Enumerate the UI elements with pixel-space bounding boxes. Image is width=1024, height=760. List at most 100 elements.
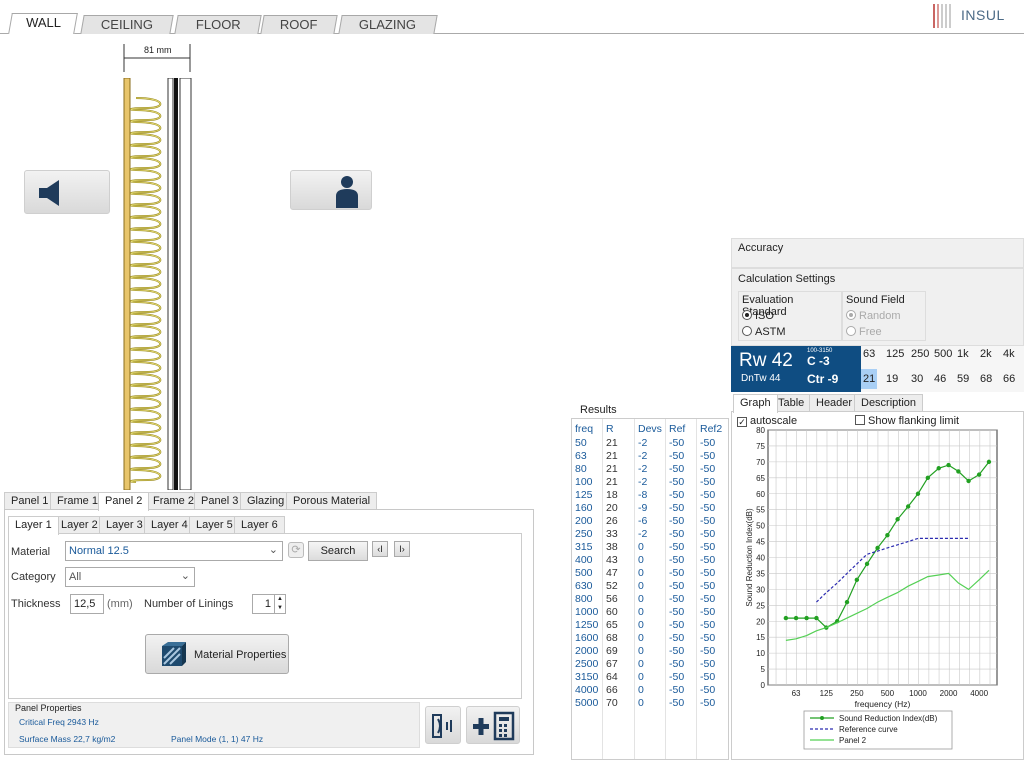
wall-section-icon: [123, 77, 192, 491]
tab-frame-2[interactable]: Frame 2: [146, 492, 201, 510]
series-point: [804, 615, 809, 621]
prev-material-button[interactable]: ‹I: [372, 541, 388, 557]
material-select[interactable]: Normal 12.5 ⌄: [65, 541, 283, 561]
material-properties-button[interactable]: Material Properties: [145, 634, 289, 674]
tab-floor[interactable]: FLOOR: [174, 15, 262, 34]
refresh-icon[interactable]: ⟳: [288, 542, 304, 558]
rating-box: Rw 42 100-3150 C -3 DnTw 44 Ctr -9: [731, 346, 861, 392]
radio-random[interactable]: Random: [846, 310, 901, 322]
tab-glazing[interactable]: GLAZING: [338, 15, 438, 34]
octave-band-label: 125: [886, 348, 905, 360]
series-point: [885, 532, 890, 538]
radio-off-icon: [846, 326, 856, 336]
tab-layer-2[interactable]: Layer 2: [54, 516, 105, 534]
octave-band-table: 63 21 125 19 250 30 500 46 1k 59 2k 68 4k 66: [861, 346, 1024, 392]
results-cell: 800: [575, 593, 593, 605]
octave-band-value: 66: [1003, 373, 1016, 385]
legend-label: Panel 2: [839, 736, 867, 745]
y-tick-label: 50: [756, 522, 765, 531]
series-point: [946, 462, 951, 468]
tab-graph[interactable]: Graph: [733, 394, 778, 413]
sound-field-group: Sound Field Random Free: [842, 291, 926, 341]
results-cell: -50: [700, 567, 716, 579]
tab-panel-2[interactable]: Panel 2: [98, 492, 150, 511]
tab-roof[interactable]: ROOF: [260, 15, 338, 34]
tab-wall[interactable]: WALL: [8, 13, 78, 34]
chevron-down-icon: ⌄: [180, 570, 190, 582]
results-cell: -50: [669, 632, 685, 644]
export-button[interactable]: [425, 706, 461, 744]
linings-label: Number of Linings: [144, 598, 234, 610]
y-tick-label: 65: [756, 474, 765, 483]
linings-stepper[interactable]: 1 ▲ ▼: [252, 594, 286, 614]
results-cell: 125: [575, 489, 593, 501]
results-cell: 43: [606, 554, 618, 566]
c-value: C -3: [807, 354, 830, 368]
surface-mass: Surface Mass 22,7 kg/m2: [19, 734, 116, 744]
results-cell: -50: [669, 528, 685, 540]
tab-header[interactable]: Header: [809, 394, 860, 412]
results-cell: -50: [669, 606, 685, 618]
octave-band-label: 500: [934, 348, 953, 360]
octave-band-label: 2k: [980, 348, 992, 360]
octave-band-value: 59: [957, 373, 970, 385]
results-cell: -50: [700, 450, 716, 462]
results-cell: 0: [638, 697, 644, 709]
results-cell: 20: [606, 502, 618, 514]
y-tick-label: 25: [756, 601, 765, 610]
source-button[interactable]: [24, 170, 110, 214]
dntw-value: DnTw 44: [741, 373, 781, 384]
listener-icon: [336, 176, 358, 208]
stepper-arrows-icon[interactable]: ▲ ▼: [274, 595, 285, 613]
octave-band-value: 19: [886, 373, 899, 385]
tab-layer-4[interactable]: Layer 4: [144, 516, 195, 534]
results-cell: 60: [606, 606, 618, 618]
logo-mark-icon: [933, 4, 951, 28]
thickness-input[interactable]: 12,5: [70, 594, 104, 614]
chevron-down-icon: ⌄: [268, 544, 278, 556]
y-tick-label: 45: [756, 538, 765, 547]
tab-layer-6[interactable]: Layer 6: [234, 516, 285, 534]
accuracy-section[interactable]: Accuracy: [731, 238, 1024, 268]
results-cell: -50: [700, 645, 716, 657]
results-cell: -6: [638, 515, 648, 527]
tab-layer-5[interactable]: Layer 5: [189, 516, 240, 534]
critical-freq: Critical Freq 2943 Hz: [19, 717, 99, 727]
next-material-button[interactable]: I›: [394, 541, 410, 557]
tab-layer-3[interactable]: Layer 3: [99, 516, 150, 534]
speaker-icon: [39, 180, 59, 206]
tab-panel-1[interactable]: Panel 1: [4, 492, 56, 510]
results-cell: 0: [638, 658, 644, 670]
series-point: [875, 545, 880, 551]
receiver-button[interactable]: [290, 170, 372, 210]
search-button[interactable]: Search: [308, 541, 368, 561]
tab-description[interactable]: Description: [854, 394, 924, 412]
results-cell: -9: [638, 502, 648, 514]
radio-iso[interactable]: ISO: [742, 310, 774, 322]
results-cell: 21: [606, 463, 618, 475]
category-select[interactable]: All ⌄: [65, 567, 195, 587]
series-point: [905, 504, 911, 509]
tab-panel-3[interactable]: Panel 3: [194, 492, 246, 510]
results-cell: 100: [575, 476, 593, 488]
results-cell: 56: [606, 593, 618, 605]
results-cell: 38: [606, 541, 618, 553]
tab-porous-material[interactable]: Porous Material: [286, 492, 378, 510]
tab-frame-1[interactable]: Frame 1: [50, 492, 105, 510]
tab-layer-1[interactable]: Layer 1: [8, 516, 59, 535]
radio-free[interactable]: Free: [846, 326, 882, 338]
free-label: Free: [859, 326, 882, 338]
results-cell: 65: [606, 619, 618, 631]
series-point: [925, 475, 931, 481]
y-tick-label: 40: [756, 554, 765, 563]
results-cell: -50: [669, 463, 685, 475]
wall-cross-section: [122, 77, 194, 491]
logo-text: INSUL: [961, 7, 1005, 23]
calculate-button[interactable]: [466, 706, 520, 744]
radio-astm[interactable]: ASTM: [742, 326, 786, 338]
tab-glazing-sub[interactable]: Glazing: [240, 492, 292, 510]
tab-ceiling[interactable]: CEILING: [80, 15, 174, 34]
sound-field-title: Sound Field: [846, 294, 905, 306]
octave-band-label: 63: [863, 348, 876, 360]
eval-standard-group: Evaluation Standard ISO ASTM: [738, 291, 842, 341]
